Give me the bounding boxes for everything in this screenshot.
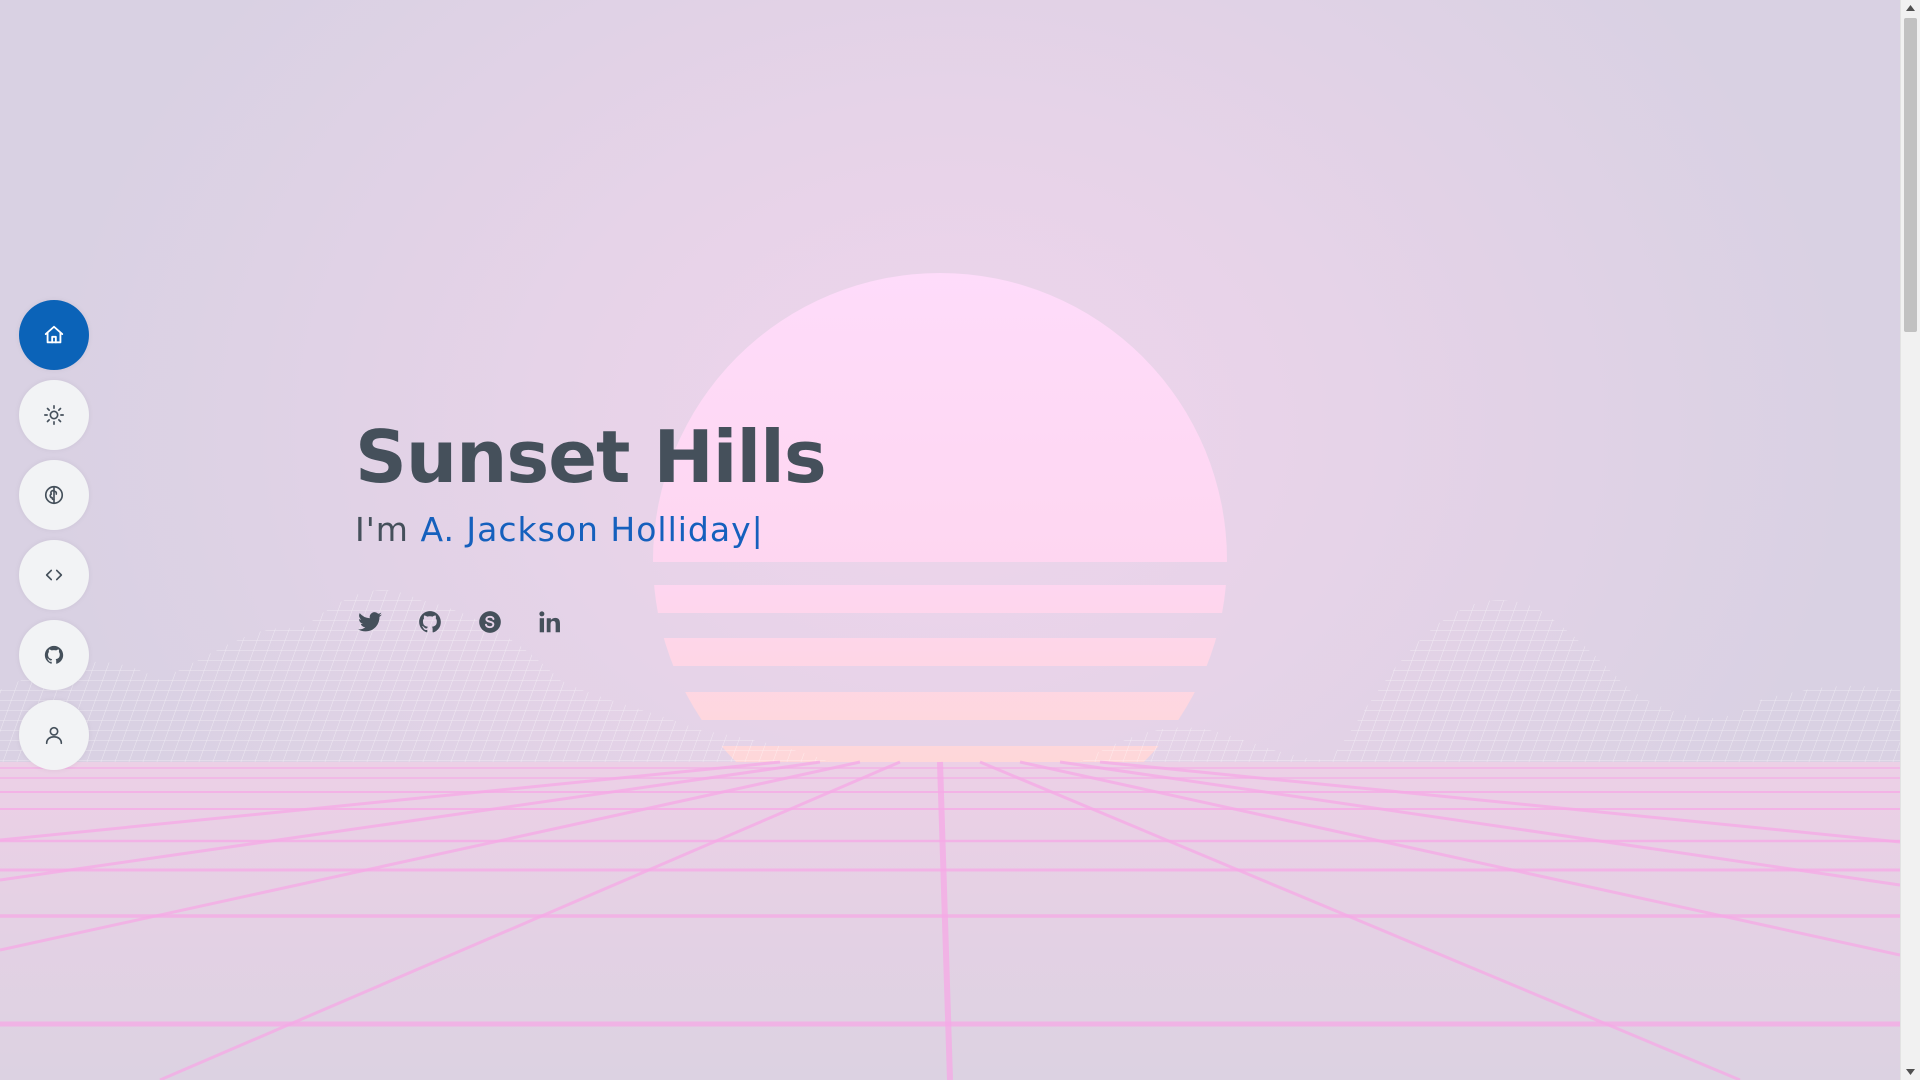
linkedin-link[interactable] <box>535 607 565 637</box>
twitter-icon <box>358 612 382 632</box>
scroll-up-arrow[interactable] <box>1901 0 1920 16</box>
social-links <box>355 607 595 637</box>
typed-name: A. Jackson Holliday <box>420 509 752 549</box>
scrollbar-thumb[interactable] <box>1904 18 1917 332</box>
scroll-down-arrow[interactable] <box>1901 1064 1920 1080</box>
linkedin-icon <box>539 611 560 633</box>
code-icon <box>45 569 63 581</box>
nav-skills-button[interactable] <box>19 460 89 530</box>
skype-link[interactable] <box>475 607 505 637</box>
github-icon <box>419 611 441 633</box>
skype-icon <box>479 611 501 633</box>
side-navigation <box>19 300 89 780</box>
github-link[interactable] <box>415 607 445 637</box>
page-title: Sunset Hills <box>355 415 827 499</box>
brain-icon <box>44 485 64 505</box>
home-icon <box>44 325 64 344</box>
github-icon <box>44 645 64 664</box>
nav-theme-button[interactable] <box>19 380 89 450</box>
caret-down-icon <box>1906 1069 1915 1075</box>
typing-cursor: | <box>751 509 764 549</box>
nav-code-button[interactable] <box>19 540 89 610</box>
nav-home-button[interactable] <box>19 300 89 370</box>
hero-background <box>0 0 1900 1080</box>
nav-github-button[interactable] <box>19 620 89 690</box>
synthwave-background <box>0 273 1900 1080</box>
person-icon <box>45 726 63 745</box>
greeting-text: I'm <box>355 509 409 549</box>
vertical-scrollbar[interactable] <box>1900 0 1920 1080</box>
hero-subtitle: I'm A. Jackson Holliday| <box>355 510 826 549</box>
nav-about-button[interactable] <box>19 700 89 770</box>
hero-section: Sunset Hills I'm A. Jackson Holliday| <box>355 415 827 549</box>
twitter-link[interactable] <box>355 607 385 637</box>
sun-icon <box>44 405 64 425</box>
caret-up-icon <box>1906 5 1915 11</box>
